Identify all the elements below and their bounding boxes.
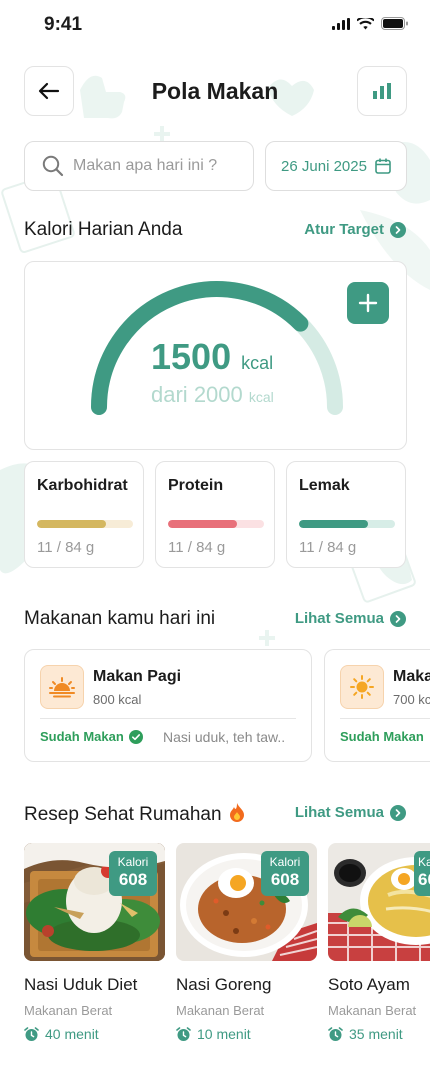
date-picker[interactable]: 26 Juni 2025: [265, 141, 407, 191]
macro-progress-fill: [168, 520, 238, 528]
alarm-clock-icon: [328, 1026, 343, 1041]
recipe-image: Kalori 608: [24, 843, 165, 961]
set-target-link[interactable]: Atur Target: [304, 221, 406, 238]
chevron-right-icon: [390, 221, 406, 238]
sunrise-icon: [40, 665, 84, 709]
macro-card-fat[interactable]: Lemak 11 / 84 g: [286, 461, 406, 568]
macro-card-protein[interactable]: Protein 11 / 84 g: [155, 461, 275, 568]
macro-value: 11 / 84 g: [37, 539, 95, 556]
plus-icon: [358, 293, 378, 313]
meal-status-label: Sudah Makan: [340, 729, 424, 744]
add-calorie-button[interactable]: [347, 282, 389, 324]
calorie-badge-label: Kalori: [269, 855, 301, 869]
calories-target-prefix: dari: [151, 382, 188, 407]
meal-status: Sudah Makan: [40, 729, 143, 744]
recipe-category: Makanan Berat: [176, 1003, 265, 1018]
divider: [40, 718, 296, 719]
calorie-badge: Kalori 608: [109, 851, 157, 896]
calories-target-unit: kcal: [248, 389, 274, 405]
signal-icon: [332, 17, 350, 30]
recipes-section-title-text: Resep Sehat Rumahan: [24, 804, 222, 825]
meal-card-lunch[interactable]: Makan Siang 700 kcal Sudah Makan: [324, 649, 430, 762]
status-bar: 9:41: [0, 0, 430, 52]
recipe-title: Nasi Goreng: [176, 975, 272, 994]
macro-value: 11 / 84 g: [299, 539, 357, 556]
meal-description: Nasi uduk, teh taw..: [163, 729, 286, 745]
fire-icon: [229, 803, 244, 822]
chevron-right-icon: [390, 804, 406, 821]
check-circle-icon: [128, 729, 143, 744]
calories-consumed-unit: kcal: [241, 353, 274, 373]
calorie-badge: Kalori 608: [261, 851, 309, 896]
calorie-card: 1500 kcal dari 2000 kcal: [24, 261, 407, 450]
macro-progress-track: [299, 520, 395, 528]
battery-icon: [381, 17, 408, 30]
sun-icon: [340, 665, 384, 709]
calorie-badge-label: Kalori: [418, 855, 430, 869]
macro-progress-fill: [299, 520, 369, 528]
macro-card-carbs[interactable]: Karbohidrat 11 / 84 g: [24, 461, 144, 568]
calorie-badge-value: 608: [270, 870, 300, 889]
recipe-time-value: 10 menit: [197, 1026, 251, 1042]
stats-button[interactable]: [357, 66, 407, 116]
meals-section-title: Makanan kamu hari ini: [24, 608, 216, 629]
recipe-title: Soto Ayam: [328, 975, 410, 994]
meal-kcal: 700 kcal: [393, 692, 430, 707]
meal-card-breakfast[interactable]: Makan Pagi 800 kcal Sudah Makan Nasi udu…: [24, 649, 312, 762]
calorie-badge: Kalori 608: [414, 851, 430, 896]
macro-progress-track: [37, 520, 133, 528]
recipe-category: Makanan Berat: [24, 1003, 113, 1018]
macro-progress-track: [168, 520, 264, 528]
recipe-card-nasi-uduk[interactable]: Kalori 608 Nasi Uduk Diet Makanan Berat …: [24, 843, 165, 1042]
chevron-right-icon: [390, 610, 406, 627]
alarm-clock-icon: [176, 1026, 191, 1041]
wifi-icon: [357, 17, 374, 29]
recipe-time: 35 menit: [328, 1026, 430, 1042]
alarm-clock-icon: [24, 1026, 39, 1041]
macro-progress-fill: [37, 520, 107, 528]
search-icon: [42, 155, 64, 177]
recipe-title: Nasi Uduk Diet: [24, 975, 138, 994]
meals-see-all-link[interactable]: Lihat Semua: [295, 610, 406, 627]
recipe-card-nasi-goreng[interactable]: Kalori 608 Nasi Goreng Makanan Berat 10 …: [176, 843, 317, 1042]
macro-value: 11 / 84 g: [168, 539, 226, 556]
recipes-see-all-link[interactable]: Lihat Semua: [295, 804, 406, 821]
status-time: 9:41: [44, 14, 83, 35]
recipe-time-value: 40 menit: [45, 1026, 99, 1042]
calorie-badge-value: 608: [418, 870, 430, 889]
meal-name: Makan Siang: [393, 668, 430, 685]
macro-name: Karbohidrat: [37, 477, 128, 494]
meal-status: Sudah Makan: [340, 729, 424, 744]
status-icons: [332, 17, 408, 30]
macro-name: Protein: [168, 477, 224, 494]
calorie-badge-value: 608: [118, 870, 148, 889]
recipes-section-title: Resep Sehat Rumahan: [24, 802, 245, 826]
meal-status-label: Sudah Makan: [40, 729, 124, 744]
calendar-icon: [375, 158, 391, 174]
date-value: 26 Juni 2025: [281, 157, 367, 175]
search-box[interactable]: [24, 141, 254, 191]
search-input[interactable]: [73, 157, 243, 175]
recipe-time: 40 menit: [24, 1026, 165, 1042]
recipe-image: Kalori 608: [176, 843, 317, 961]
set-target-label: Atur Target: [304, 221, 384, 238]
macro-name: Lemak: [299, 477, 350, 494]
header: Pola Makan: [0, 66, 430, 118]
meal-name: Makan Pagi: [93, 668, 182, 685]
meal-kcal: 800 kcal: [93, 692, 142, 707]
meals-see-all-label: Lihat Semua: [294, 610, 384, 627]
recipe-time-value: 35 menit: [349, 1026, 403, 1042]
calories-target-value: 2000: [193, 382, 243, 407]
bar-chart-icon: [373, 83, 391, 99]
divider: [340, 718, 430, 719]
calories-section-title: Kalori Harian Anda: [24, 219, 183, 240]
calorie-badge-label: Kalori: [117, 855, 149, 869]
recipes-see-all-label: Lihat Semua: [294, 804, 384, 821]
recipe-category: Makanan Berat: [328, 1003, 417, 1018]
recipe-time: 10 menit: [176, 1026, 317, 1042]
calories-target: dari 2000 kcal: [151, 382, 274, 408]
calories-consumed: 1500 kcal: [151, 336, 273, 378]
calories-consumed-value: 1500: [151, 336, 232, 377]
